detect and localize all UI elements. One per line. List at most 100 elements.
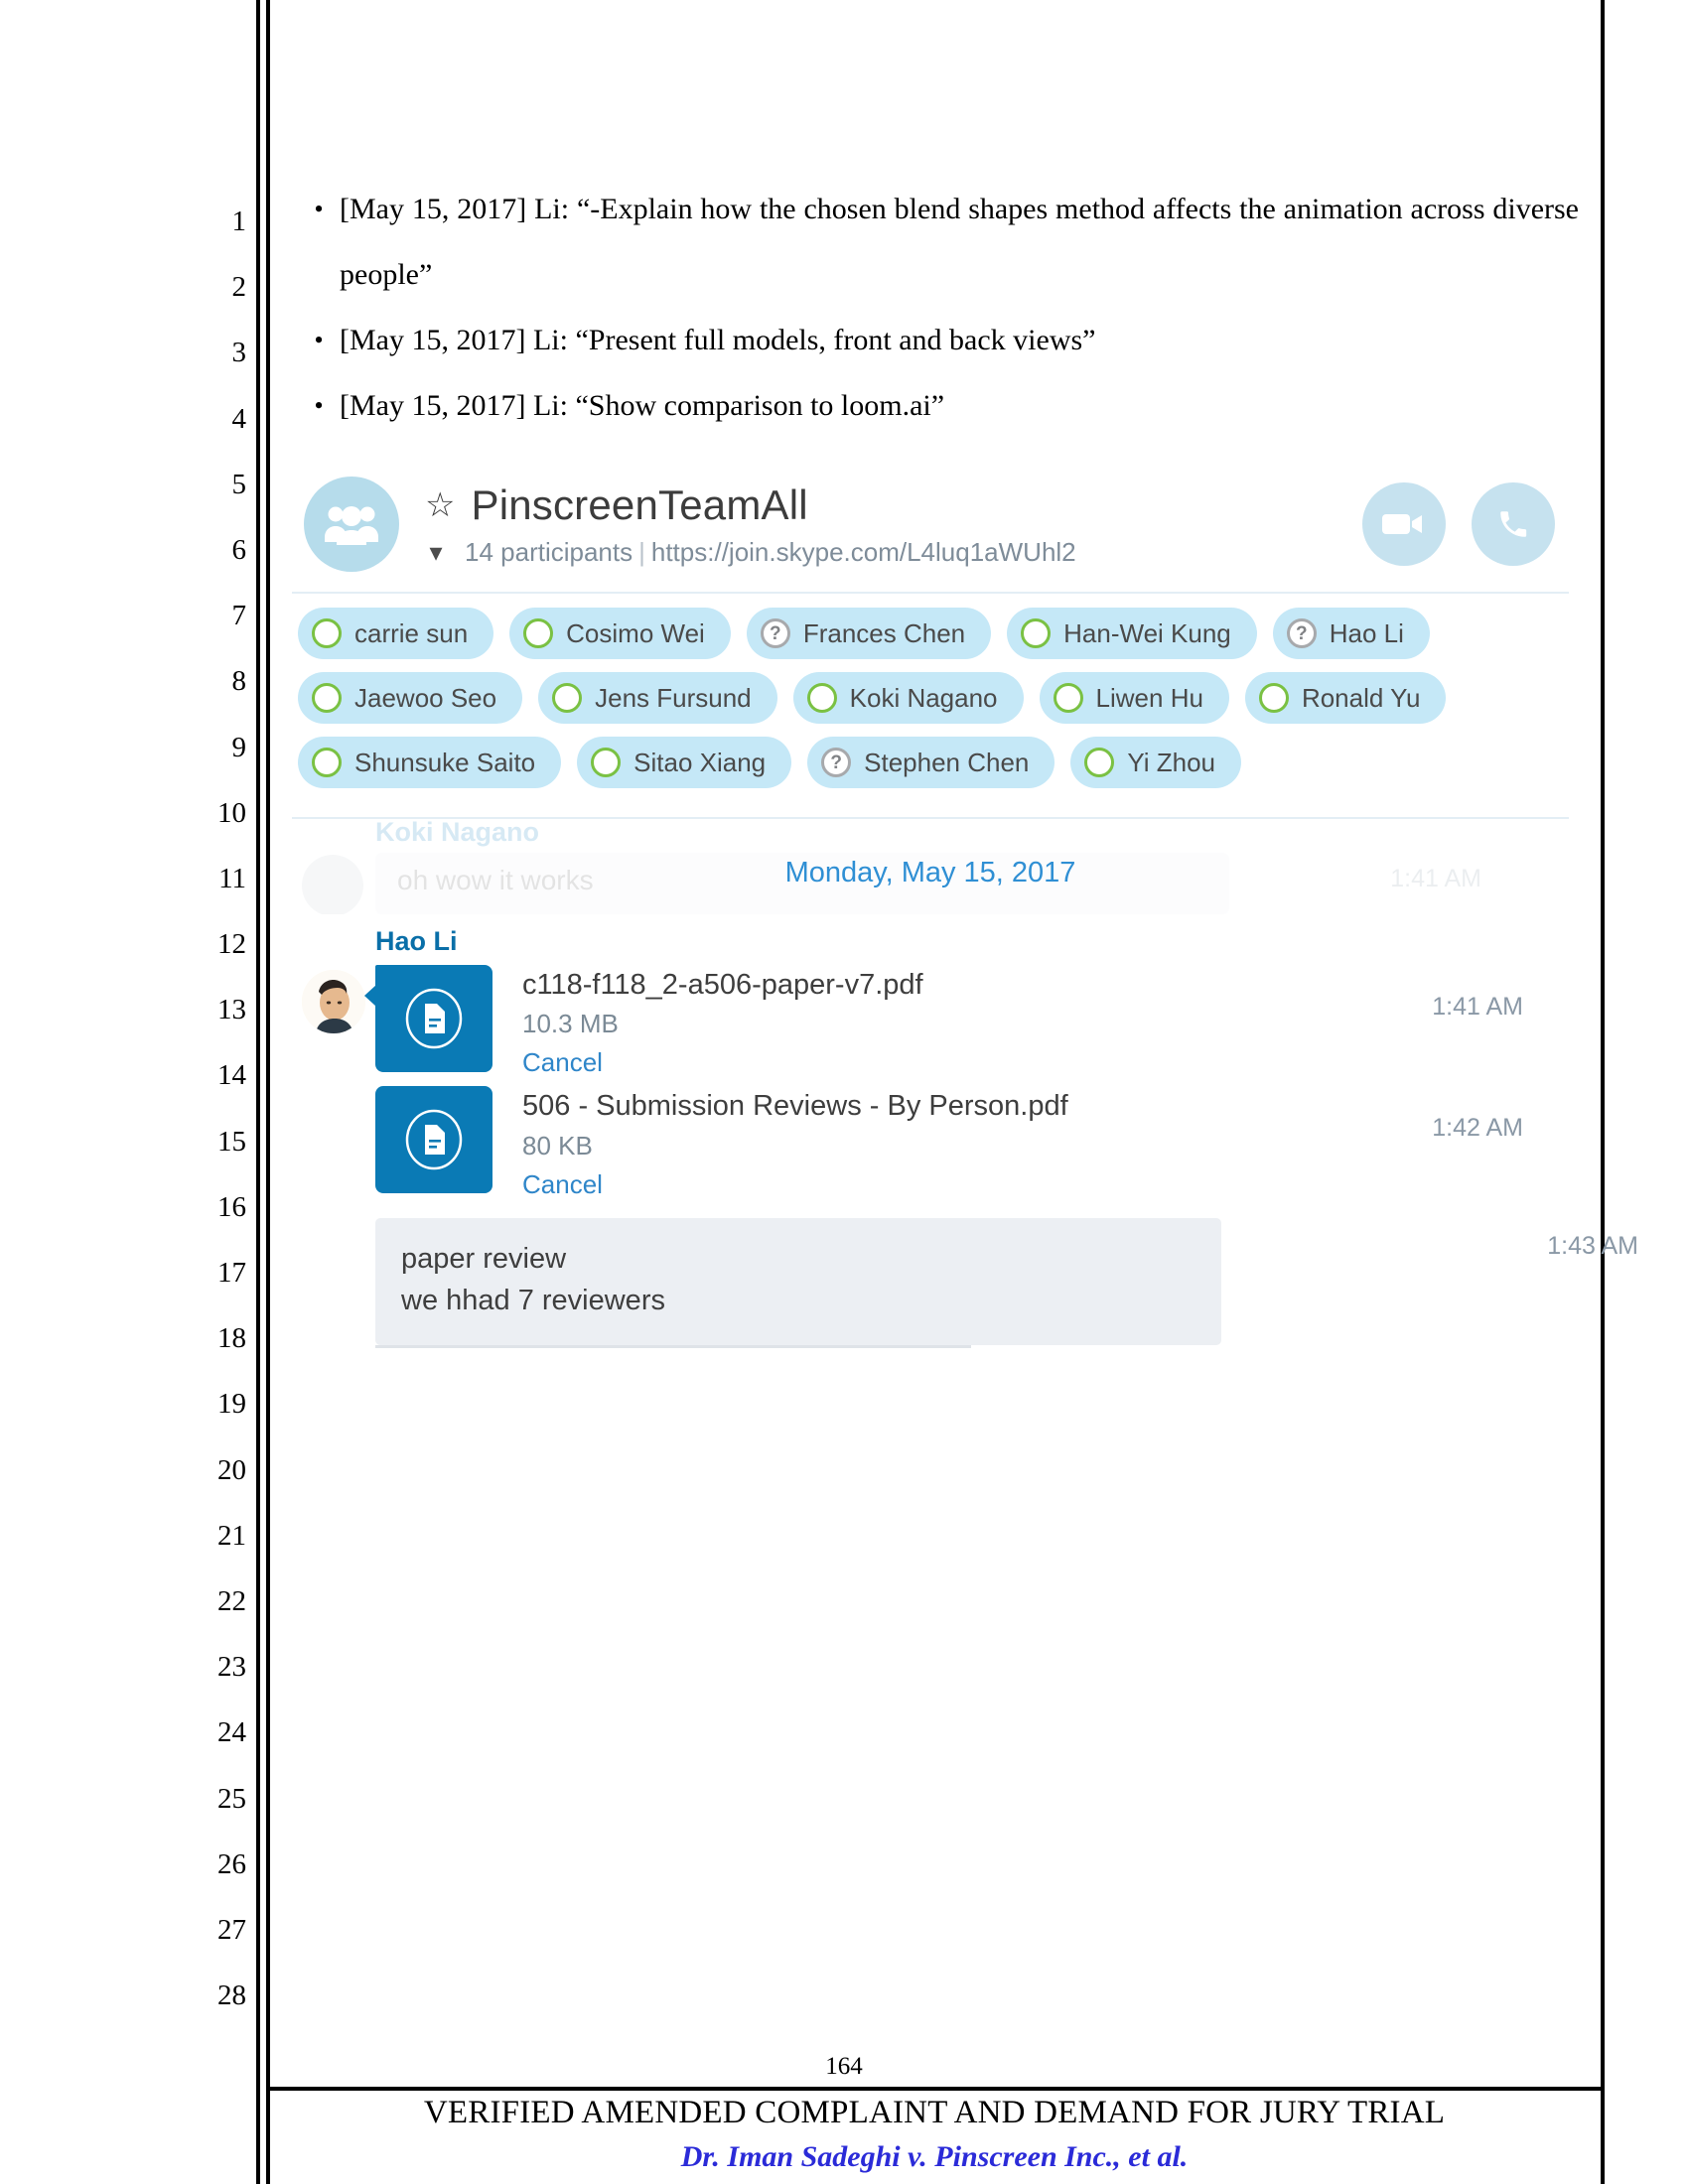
skype-screenshot: ☆ PinscreenTeamAll ▾ 14 participants | htt… — [276, 455, 1638, 1375]
left-margin-rule-inner — [266, 0, 270, 2184]
participant-name: Liwen Hu — [1095, 682, 1203, 713]
file-attachment[interactable]: c118-f118_2-a506-paper-v7.pdf 10.3 MB Ca… — [364, 965, 1559, 1078]
participant-chip[interactable]: Koki Nagano — [792, 672, 1024, 724]
participant-chip[interactable]: Han-Wei Kung — [1007, 608, 1257, 659]
status-unknown-icon: ? — [821, 748, 852, 777]
file-attachment[interactable]: 506 - Submission Reviews - By Person.pdf… — [375, 1086, 1559, 1199]
participant-name: carrie sun — [354, 617, 469, 648]
participant-chip[interactable]: Yi Zhou — [1070, 737, 1242, 788]
participant-chip[interactable]: Shunsuke Saito — [298, 737, 562, 788]
status-online-icon — [1021, 618, 1052, 648]
participant-count: 14 participants — [465, 536, 633, 567]
participant-chip[interactable]: Ronald Yu — [1244, 672, 1447, 724]
participant-name: Koki Nagano — [849, 682, 998, 713]
line-number: 16 — [217, 1190, 246, 1223]
document-file-icon — [364, 965, 492, 1072]
line-number: 22 — [217, 1584, 246, 1617]
line-number: 6 — [231, 533, 247, 566]
bullet-text: [May 15, 2017] Li: “Present full models,… — [340, 324, 1096, 356]
conversation-subtitle: 14 participants | https://join.skype.com/L… — [465, 537, 1076, 568]
faded-previous-message: Koki Nagano oh wow it works 1:41 AM — [302, 819, 1559, 914]
status-online-icon — [1084, 748, 1115, 777]
participant-row: carrie sun Cosimo Wei ? Frances Chen Han-Wei… — [298, 608, 1563, 659]
status-online-icon — [312, 618, 342, 648]
file-size: 10.3 MB — [522, 1009, 619, 1039]
participant-name: Sitao Xiang — [633, 747, 767, 777]
document-file-icon — [375, 1086, 492, 1194]
line-number-column: 1 2 3 4 5 6 7 8 9 10 11 12 13 14 15 16 17 18 19 20 21 22 23 24 2… — [179, 189, 246, 2028]
status-online-icon — [591, 748, 622, 777]
skype-conversation-header: ☆ PinscreenTeamAll ▾ 14 participants | htt… — [276, 455, 1585, 592]
participant-name: Stephen Chen — [864, 747, 1030, 777]
avatar — [302, 970, 365, 1033]
participant-chip[interactable]: Cosimo Wei — [509, 608, 731, 659]
video-camera-icon[interactable] — [1362, 482, 1446, 566]
participant-name: Yi Zhou — [1127, 747, 1216, 777]
phone-icon[interactable] — [1472, 482, 1555, 566]
participant-chip[interactable]: Jaewoo Seo — [298, 672, 523, 724]
chevron-down-icon[interactable]: ▾ — [425, 539, 447, 565]
line-number: 24 — [217, 1716, 246, 1749]
line-number: 5 — [231, 468, 247, 500]
participant-chip[interactable]: ? Hao Li — [1272, 608, 1430, 659]
status-online-icon — [312, 748, 342, 777]
join-link[interactable]: https://join.skype.com/L4luq1aWUhl2 — [651, 537, 1076, 567]
status-online-icon — [1053, 683, 1083, 713]
line-number: 28 — [217, 1979, 246, 2012]
faded-message-text: oh wow it works — [397, 865, 594, 895]
faded-message-time: 1:41 AM — [1390, 865, 1481, 892]
cancel-link[interactable]: Cancel — [522, 1047, 923, 1078]
participant-chip[interactable]: ? Frances Chen — [746, 608, 992, 659]
footer-case-caption: Dr. Iman Sadeghi v. Pinscreen Inc., et a… — [680, 2140, 1189, 2173]
status-online-icon — [1258, 683, 1289, 713]
file-name: c118-f118_2-a506-paper-v7.pdf — [522, 969, 923, 1001]
participant-name: Hao Li — [1329, 617, 1404, 648]
line-number: 26 — [217, 1847, 246, 1880]
right-margin-rule — [1601, 0, 1605, 2184]
participant-chip[interactable]: Liwen Hu — [1039, 672, 1229, 724]
line-number: 9 — [231, 731, 247, 763]
bubble-underline — [375, 1344, 971, 1348]
status-unknown-icon: ? — [760, 618, 790, 648]
file-name: 506 - Submission Reviews - By Person.pdf — [522, 1090, 1068, 1123]
line-number: 7 — [231, 600, 247, 632]
line-number: 19 — [217, 1388, 246, 1421]
line-number: 1 — [231, 205, 247, 237]
bullet-text: [May 15, 2017] Li: “Show comparison to l… — [340, 389, 945, 422]
line-number: 13 — [217, 994, 246, 1026]
line-number: 25 — [217, 1782, 246, 1815]
bullet-marker: • — [314, 326, 324, 354]
conversation-title: PinscreenTeamAll — [471, 480, 808, 528]
participant-chip[interactable]: Sitao Xiang — [577, 737, 792, 788]
star-icon[interactable]: ☆ — [425, 488, 455, 522]
participant-name: Han-Wei Kung — [1063, 617, 1231, 648]
header-actions — [1362, 482, 1555, 566]
line-number: 4 — [231, 402, 247, 435]
participant-chip[interactable]: carrie sun — [298, 608, 494, 659]
page-number: 164 — [825, 2053, 863, 2080]
bullet-item: • [May 15, 2017] Li: “-Explain how the c… — [298, 177, 1579, 308]
people-group-icon — [304, 477, 399, 572]
line-number: 11 — [218, 862, 246, 894]
line-number: 23 — [217, 1651, 246, 1684]
message-time: 1:41 AM — [1432, 993, 1523, 1021]
message-line: we hhad 7 reviewers — [401, 1284, 665, 1316]
message-line: paper review — [401, 1242, 567, 1275]
faded-message-sender: Koki Nagano — [375, 819, 540, 847]
line-number: 3 — [231, 337, 247, 369]
participant-name: Jens Fursund — [595, 682, 752, 713]
message-time: 1:42 AM — [1432, 1114, 1523, 1143]
cancel-link[interactable]: Cancel — [522, 1169, 1068, 1200]
line-number: 21 — [217, 1519, 246, 1552]
participant-name: Cosimo Wei — [566, 617, 705, 648]
line-number: 17 — [217, 1257, 246, 1289]
faded-avatar — [302, 855, 363, 914]
bullet-marker: • — [314, 195, 324, 223]
conversation-title-block: ☆ PinscreenTeamAll ▾ 14 participants | htt… — [425, 481, 1342, 568]
line-number: 8 — [231, 665, 247, 698]
participant-chip[interactable]: Jens Fursund — [538, 672, 777, 724]
message-time: 1:43 AM — [1547, 1231, 1638, 1260]
bullet-text: [May 15, 2017] Li: “-Explain how the cho… — [340, 193, 1579, 291]
participant-chip[interactable]: ? Stephen Chen — [807, 737, 1055, 788]
file-attachment-meta: 506 - Submission Reviews - By Person.pdf… — [522, 1086, 1068, 1199]
